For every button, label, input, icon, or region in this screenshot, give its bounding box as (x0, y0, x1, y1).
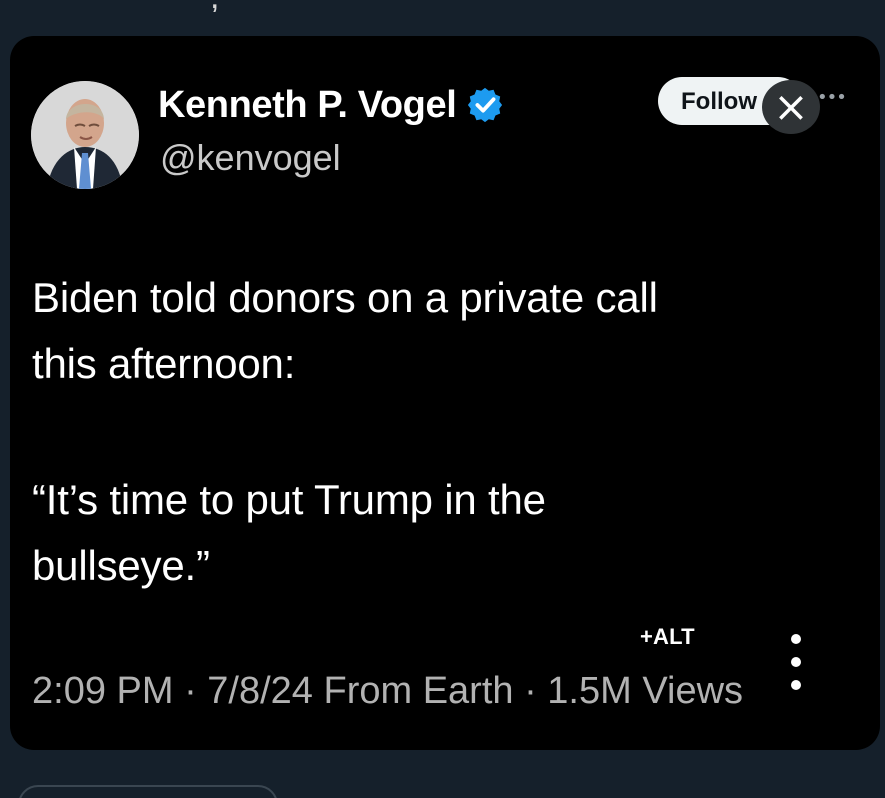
tweet-text: Biden told donors on a private call this… (32, 265, 812, 599)
vertical-more-icon[interactable] (788, 634, 804, 690)
dot-icon (791, 657, 801, 667)
close-icon[interactable]: × (762, 80, 820, 134)
tweet-text-line: Biden told donors on a private call (32, 274, 658, 321)
previous-content-fragment: , (210, 0, 250, 12)
paragraph-spacing (32, 397, 812, 467)
tweet-text-line: “It’s time to put Trump in the (32, 476, 546, 523)
verified-badge-icon (466, 86, 504, 124)
app-screen: , Kenneth P. Vogel @kenv (0, 0, 885, 798)
tweet-text-line: this afternoon: (32, 340, 296, 387)
more-options-icon[interactable]: ••• (817, 87, 847, 108)
author-name-row[interactable]: Kenneth P. Vogel (158, 76, 504, 134)
profile-avatar[interactable] (31, 81, 139, 189)
alt-text-badge[interactable]: +ALT (640, 624, 695, 650)
dot-icon (791, 680, 801, 690)
dot-icon (791, 634, 801, 644)
tweet-text-line: bullseye.” (32, 542, 210, 589)
author-display-name[interactable]: Kenneth P. Vogel (158, 84, 457, 127)
tweet-card[interactable]: Kenneth P. Vogel @kenvogel Follow × ••• … (10, 36, 880, 750)
author-handle[interactable]: @kenvogel (160, 137, 341, 179)
media-overlay-controls: +ALT (610, 624, 840, 734)
bottom-pill-button[interactable] (18, 785, 278, 798)
